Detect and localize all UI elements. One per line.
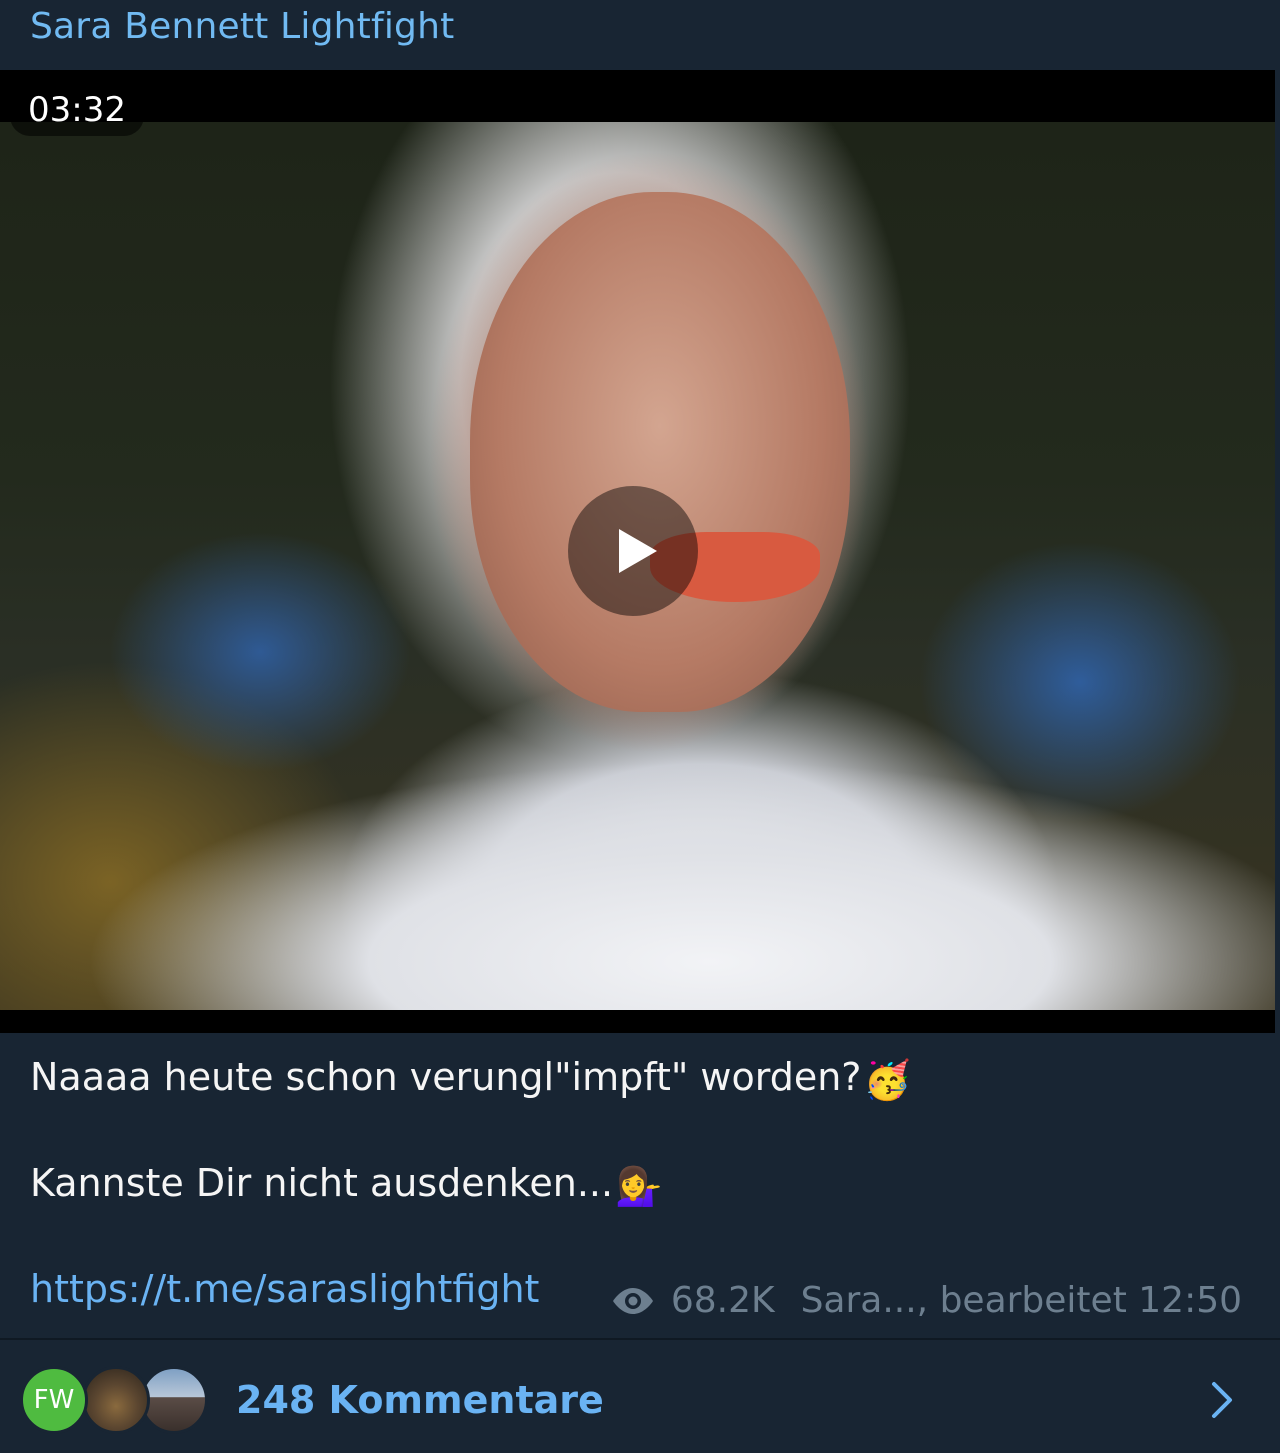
comments-count-label[interactable]: 248 Kommentare (236, 1378, 604, 1422)
post-meta: 68.2K Sara..., bearbeitet 12:50 (609, 1280, 1242, 1321)
channel-name[interactable]: Sara Bennett Lightfight (30, 6, 454, 47)
video-duration: 03:32 (10, 84, 144, 136)
building-avatar (140, 1366, 208, 1434)
tipping-hand-emoji: 💁‍♀️ (615, 1163, 663, 1208)
caption-text-1: Naaaa heute schon verungl"impft" worden? (30, 1055, 862, 1099)
caption-text-2: Kannste Dir nicht ausdenken... (30, 1161, 614, 1205)
play-icon (619, 529, 657, 573)
chevron-right-icon[interactable] (1210, 1380, 1234, 1420)
channel-post: Sara Bennett Lightfight 03:32 Naaaa heut… (0, 0, 1280, 1453)
eye-icon (612, 1287, 653, 1314)
channel-link[interactable]: https://t.me/saraslightfight (30, 1267, 539, 1311)
post-header: Sara Bennett Lightfight (0, 0, 1280, 70)
thumbnail-face (470, 192, 850, 712)
deer-avatar (82, 1366, 150, 1434)
edited-timestamp: Sara..., bearbeitet 12:50 (800, 1280, 1242, 1321)
view-count: 68.2K (670, 1280, 775, 1321)
caption-line-1: Naaaa heute schon verungl"impft" worden?… (30, 1045, 1250, 1109)
fw-avatar: FW (20, 1366, 88, 1434)
caption-line-2: Kannste Dir nicht ausdenken...💁‍♀️ (30, 1151, 1250, 1215)
play-button[interactable] (568, 486, 698, 616)
thumbnail-sweater (90, 762, 1275, 1010)
video-player[interactable]: 03:32 (0, 70, 1275, 1033)
comments-bar[interactable]: FW 248 Kommentare (0, 1340, 1280, 1453)
partying-face-emoji: 🥳 (863, 1057, 911, 1102)
